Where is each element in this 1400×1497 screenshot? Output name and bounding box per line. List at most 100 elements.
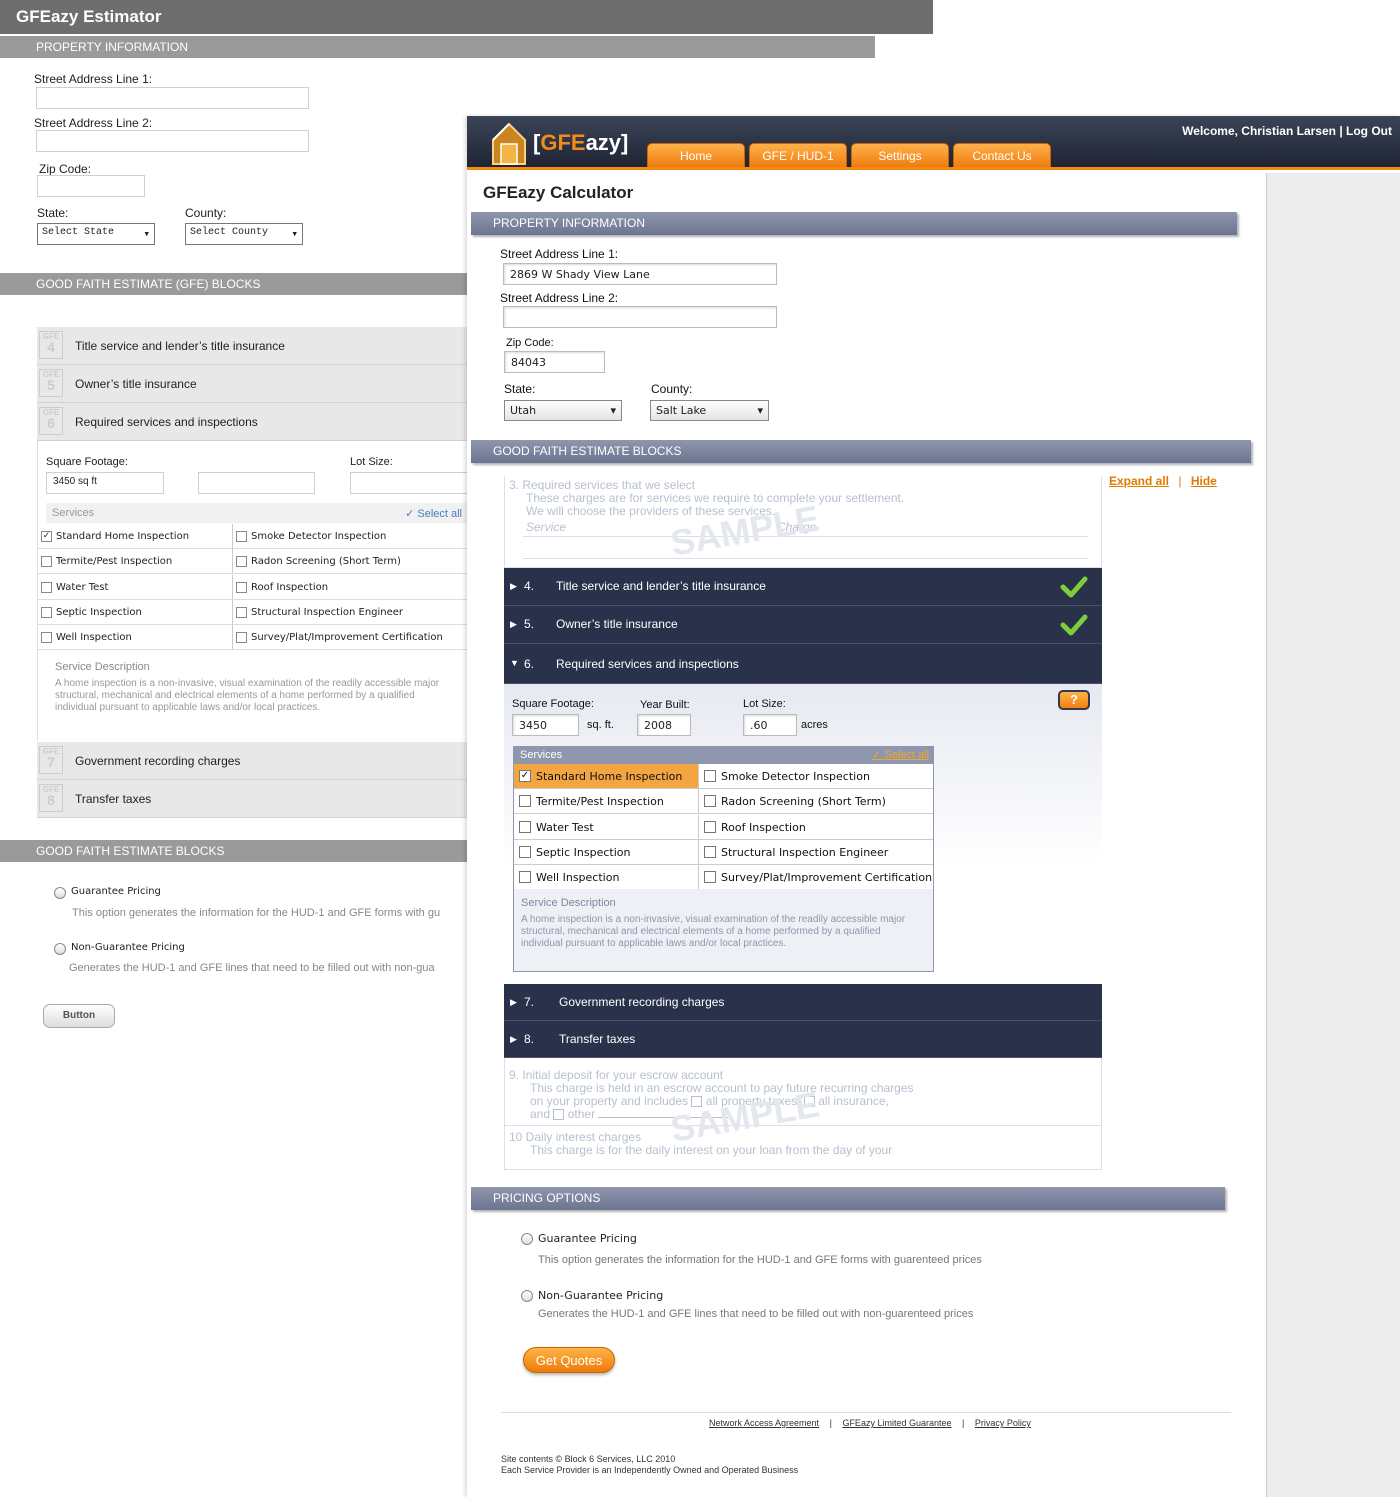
checkbox[interactable] bbox=[236, 581, 247, 593]
welcome-logout[interactable]: Welcome, Christian Larsen | Log Out bbox=[1182, 124, 1392, 138]
hide-link[interactable]: Hide bbox=[1191, 474, 1217, 488]
wf-radio-nonguarantee[interactable] bbox=[54, 943, 66, 955]
row-label: Title service and lender’s title insuran… bbox=[556, 579, 766, 593]
get-quotes-button[interactable]: Get Quotes bbox=[523, 1347, 615, 1373]
service-option[interactable]: Radon Screening (Short Term) bbox=[233, 549, 468, 575]
checkbox[interactable] bbox=[236, 632, 247, 644]
state-select[interactable]: Utah bbox=[504, 400, 622, 421]
wf-block-7[interactable]: GFE 7 Government recording charges bbox=[37, 742, 467, 780]
wf-section-gfe: GOOD FAITH ESTIMATE (GFE) BLOCKS bbox=[0, 273, 467, 295]
sqft-input[interactable]: 3450 bbox=[512, 714, 579, 736]
checkbox[interactable] bbox=[236, 556, 247, 568]
checkbox[interactable] bbox=[704, 820, 716, 833]
select-all-link[interactable]: ✓ Select all bbox=[872, 748, 929, 761]
wf-block-5[interactable]: GFE 5 Owner’s title insurance bbox=[37, 365, 467, 403]
footer-link-guarantee[interactable]: GFEazy Limited Guarantee bbox=[842, 1418, 951, 1428]
gfe-badge: GFE 4 bbox=[39, 331, 63, 359]
service-option[interactable]: Structural Inspection Engineer bbox=[233, 600, 468, 625]
service-option[interactable]: ✓ Standard Home Inspection bbox=[514, 764, 699, 789]
service-option[interactable]: Smoke Detector Inspection bbox=[699, 764, 933, 789]
checkbox[interactable] bbox=[41, 581, 52, 593]
service-option[interactable]: Septic Inspection bbox=[514, 839, 699, 865]
logo[interactable]: [GFEazy] bbox=[489, 120, 629, 166]
tab-settings[interactable]: Settings bbox=[851, 143, 949, 167]
radio-nonguarantee[interactable] bbox=[521, 1290, 533, 1302]
checkbox[interactable] bbox=[41, 556, 52, 568]
tab-home[interactable]: Home bbox=[647, 143, 745, 167]
gfe-badge: GFE 5 bbox=[39, 369, 63, 397]
footer-link-network[interactable]: Network Access Agreement bbox=[709, 1418, 819, 1428]
checkbox[interactable] bbox=[704, 795, 716, 808]
state-select-value: Utah bbox=[510, 404, 537, 417]
checkbox[interactable] bbox=[519, 871, 531, 884]
wf-county-select[interactable]: Select County bbox=[185, 223, 303, 245]
checkbox[interactable] bbox=[519, 845, 531, 858]
wf-select-all[interactable]: ✓ Select all bbox=[405, 507, 462, 520]
wf-block-label: Transfer taxes bbox=[75, 792, 152, 806]
tab-gfe-hud[interactable]: GFE / HUD-1 bbox=[749, 143, 847, 167]
wf-street1-input[interactable] bbox=[36, 87, 309, 109]
service-option[interactable]: Water Test bbox=[38, 574, 233, 600]
wf-year-input[interactable] bbox=[198, 472, 315, 494]
service-option[interactable]: ✓ Standard Home Inspection bbox=[38, 524, 233, 549]
wf-radio-guarantee[interactable] bbox=[54, 887, 66, 899]
radio-guarantee[interactable] bbox=[521, 1233, 533, 1245]
street2-input[interactable] bbox=[503, 306, 777, 328]
tab-contact[interactable]: Contact Us bbox=[953, 143, 1051, 167]
service-option[interactable]: Well Inspection bbox=[38, 625, 233, 651]
top-nav: [GFEazy] Home GFE / HUD-1 Settings Conta… bbox=[467, 116, 1400, 170]
checkbox[interactable] bbox=[236, 531, 247, 542]
wf-state-select[interactable]: Select State bbox=[37, 223, 155, 245]
footer-link-privacy[interactable]: Privacy Policy bbox=[975, 1418, 1031, 1428]
wf-block-6[interactable]: GFE 6 Required services and inspections bbox=[37, 403, 467, 441]
checkbox[interactable] bbox=[704, 871, 716, 884]
service-option[interactable]: Survey/Plat/Improvement Certification bbox=[699, 865, 933, 891]
gfe-row-4[interactable]: ▶ 4. Title service and lender’s title in… bbox=[504, 568, 1102, 606]
gfe-row-5[interactable]: ▶ 5. Owner’s title insurance bbox=[504, 606, 1102, 644]
checkbox[interactable] bbox=[519, 820, 531, 833]
wf-button[interactable]: Button bbox=[43, 1004, 115, 1028]
service-option[interactable]: Structural Inspection Engineer bbox=[699, 840, 933, 865]
help-icon[interactable]: ? bbox=[1058, 690, 1090, 710]
county-select[interactable]: Salt Lake bbox=[650, 400, 769, 421]
gfe-row-8[interactable]: ▶ 8. Transfer taxes bbox=[504, 1021, 1102, 1058]
checkbox[interactable] bbox=[236, 606, 247, 618]
sample3-col-service: Service bbox=[526, 520, 567, 534]
other-checkbox[interactable] bbox=[553, 1109, 565, 1121]
zip-input[interactable]: 84043 bbox=[504, 351, 605, 373]
service-option[interactable]: Water Test bbox=[514, 814, 699, 840]
gfe-row-7[interactable]: ▶ 7. Government recording charges bbox=[504, 984, 1102, 1021]
wf-nonguarantee-label: Non-Guarantee Pricing bbox=[71, 942, 185, 953]
wf-block-8[interactable]: GFE 8 Transfer taxes bbox=[37, 780, 467, 818]
service-option[interactable]: Termite/Pest Inspection bbox=[514, 789, 699, 815]
service-option[interactable]: Roof Inspection bbox=[233, 575, 468, 600]
service-option[interactable]: Smoke Detector Inspection bbox=[233, 524, 468, 549]
service-label: Radon Screening (Short Term) bbox=[251, 556, 401, 568]
checkbox[interactable] bbox=[704, 770, 716, 782]
state-label: State: bbox=[504, 382, 536, 396]
checkbox[interactable] bbox=[704, 845, 716, 858]
checkbox[interactable]: ✓ bbox=[41, 531, 52, 542]
checkbox[interactable]: ✓ bbox=[519, 770, 531, 782]
wf-lot-input[interactable] bbox=[350, 472, 468, 494]
wf-zip-input[interactable] bbox=[37, 175, 145, 197]
checkbox[interactable] bbox=[41, 606, 52, 618]
expand-all-link[interactable]: Expand all bbox=[1109, 474, 1169, 488]
service-option[interactable]: Survey/Plat/Improvement Certification bbox=[233, 625, 468, 651]
lot-input[interactable]: .60 bbox=[743, 714, 797, 736]
wf-zip-label: Zip Code: bbox=[39, 162, 92, 176]
service-option[interactable]: Septic Inspection bbox=[38, 599, 233, 625]
street1-input[interactable]: 2869 W Shady View Lane bbox=[503, 263, 777, 285]
service-option[interactable]: Radon Screening (Short Term) bbox=[699, 789, 933, 815]
year-input[interactable]: 2008 bbox=[637, 714, 691, 736]
checkbox[interactable] bbox=[41, 632, 52, 644]
wf-street2-input[interactable] bbox=[36, 130, 309, 152]
wf-block-4[interactable]: GFE 4 Title service and lender’s title in… bbox=[37, 327, 467, 365]
gfe-row-6[interactable]: ▼ 6. Required services and inspections bbox=[504, 644, 1102, 684]
row-num: 5. bbox=[524, 617, 535, 631]
checkbox[interactable] bbox=[519, 795, 531, 808]
service-option[interactable]: Termite/Pest Inspection bbox=[38, 549, 233, 575]
service-option[interactable]: Well Inspection bbox=[514, 865, 699, 891]
service-option[interactable]: Roof Inspection bbox=[699, 815, 933, 840]
wf-sqft-input[interactable]: 3450 sq ft bbox=[46, 472, 164, 494]
